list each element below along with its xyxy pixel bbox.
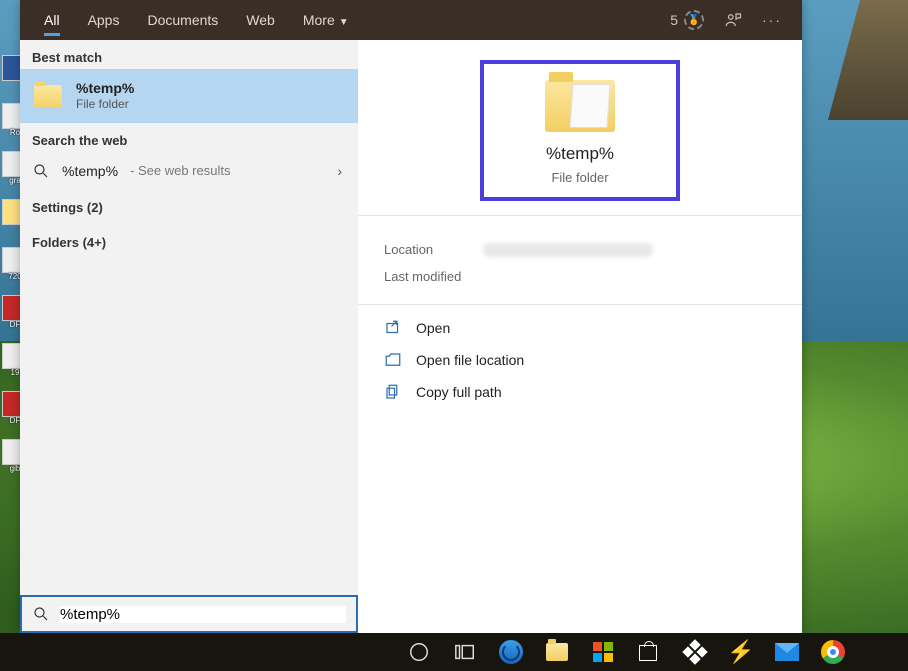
action-open-location[interactable]: Open file location	[384, 351, 776, 369]
preview-metadata: Location Last modified	[358, 215, 802, 304]
tab-apps[interactable]: Apps	[74, 0, 134, 40]
desktop-icon-label: DF	[10, 417, 21, 425]
result-subtitle: File folder	[76, 97, 134, 113]
taskbar-chrome[interactable]	[810, 633, 856, 671]
person-speech-icon	[724, 11, 742, 29]
best-match-header: Best match	[20, 40, 358, 69]
desktop-icon-label: 19	[11, 369, 20, 377]
taskbar-file-explorer[interactable]	[534, 633, 580, 671]
file-explorer-icon	[546, 643, 568, 661]
preview-subtitle: File folder	[551, 170, 608, 185]
taskbar-mail[interactable]	[764, 633, 810, 671]
taskbar-dropbox[interactable]	[672, 633, 718, 671]
task-view-icon	[454, 641, 476, 663]
search-icon	[32, 162, 50, 180]
chevron-right-icon: ›	[337, 163, 342, 179]
tab-documents[interactable]: Documents	[133, 0, 232, 40]
search-input[interactable]	[60, 606, 346, 623]
lightning-icon: ⚡	[727, 639, 754, 665]
taskbar-taskview[interactable]	[442, 633, 488, 671]
action-open-location-label: Open file location	[416, 352, 524, 368]
edge-icon	[499, 640, 523, 664]
open-icon	[384, 319, 402, 337]
chevron-down-icon: ▼	[339, 17, 349, 28]
search-body: Best match %temp% File folder Search the…	[20, 40, 802, 633]
folder-large-icon	[545, 80, 615, 132]
preview-column: %temp% File folder Location Last modifie…	[358, 40, 802, 633]
preview-actions: Open Open file location Copy full path	[358, 304, 802, 415]
web-query-text: %temp%	[62, 163, 118, 179]
taskbar-cortana[interactable]	[396, 633, 442, 671]
results-column: Best match %temp% File folder Search the…	[20, 40, 358, 633]
action-copy-path-label: Copy full path	[416, 384, 502, 400]
tab-more-label: More	[303, 12, 335, 28]
folders-category[interactable]: Folders (4+)	[20, 225, 358, 260]
taskbar-app-blue[interactable]: ⚡	[718, 633, 764, 671]
store-icon	[639, 642, 659, 662]
dropbox-icon	[682, 639, 707, 664]
search-icon	[32, 605, 50, 623]
cortana-icon	[408, 641, 430, 663]
taskbar-ms-store[interactable]	[580, 633, 626, 671]
microsoft-icon	[593, 642, 613, 662]
folder-icon	[32, 80, 64, 112]
search-web-header: Search the web	[20, 123, 358, 152]
search-input-bar[interactable]	[20, 595, 358, 633]
action-open-label: Open	[416, 320, 450, 336]
folder-outline-icon	[384, 351, 402, 369]
rewards-medal-icon: 🏅	[684, 10, 704, 30]
last-modified-label: Last modified	[384, 269, 461, 284]
desktop-icon-label: Ro	[10, 129, 20, 137]
rewards-count: 5	[670, 12, 678, 28]
taskbar: ⚡	[0, 633, 908, 671]
search-panel: All Apps Documents Web More ▼ 5 🏅 ··· Bes…	[20, 0, 802, 633]
web-search-row[interactable]: %temp% - See web results ›	[20, 152, 358, 190]
search-scope-tabs: All Apps Documents Web More ▼ 5 🏅 ···	[20, 0, 802, 40]
preview-title: %temp%	[546, 144, 614, 164]
chrome-icon	[821, 640, 845, 664]
desktop-icon-label: DF	[10, 321, 21, 329]
taskbar-edge[interactable]	[488, 633, 534, 671]
rewards-indicator[interactable]: 5 🏅	[660, 10, 714, 30]
action-copy-path[interactable]: Copy full path	[384, 383, 776, 401]
settings-category[interactable]: Settings (2)	[20, 190, 358, 225]
feedback-button[interactable]	[714, 11, 752, 29]
desktop-icon-label: gib	[10, 465, 21, 473]
web-hint-text: - See web results	[130, 163, 230, 178]
copy-icon	[384, 383, 402, 401]
preview-highlight-box: %temp% File folder	[480, 60, 680, 201]
mail-icon	[775, 643, 799, 661]
location-label: Location	[384, 242, 433, 257]
action-open[interactable]: Open	[384, 319, 776, 337]
tab-more[interactable]: More ▼	[289, 0, 363, 40]
best-match-result[interactable]: %temp% File folder	[20, 69, 358, 123]
tab-web[interactable]: Web	[232, 0, 289, 40]
result-title: %temp%	[76, 79, 134, 97]
taskbar-store[interactable]	[626, 633, 672, 671]
location-value-redacted	[483, 243, 653, 257]
tab-all[interactable]: All	[30, 0, 74, 40]
options-button[interactable]: ···	[752, 12, 792, 28]
